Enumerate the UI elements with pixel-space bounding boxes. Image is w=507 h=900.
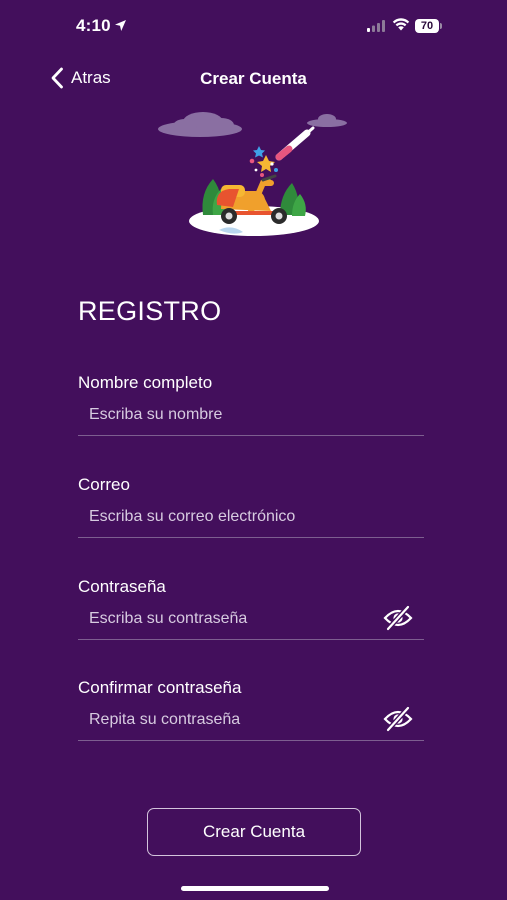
page-title: Crear Cuenta [200,69,307,88]
password-label: Contraseña [78,577,166,596]
scooter-illustration [158,112,347,236]
email-input[interactable] [78,497,424,537]
status-time: 4:10 [76,16,111,35]
create-account-button[interactable]: Crear Cuenta [147,808,361,856]
battery-icon: 70 [415,19,442,33]
battery-level: 70 [420,20,434,32]
field-divider [78,435,424,436]
status-bar: 4:10 70 [0,0,507,54]
wifi-icon [392,18,410,31]
location-arrow-icon [115,20,126,31]
eye-slash-icon[interactable] [383,604,413,632]
password-input[interactable] [78,599,424,639]
cloud-small-icon [307,114,347,127]
wand-icon [275,126,315,161]
cloud-icon [158,112,242,137]
full-name-input[interactable] [78,395,424,435]
confirm-password-input[interactable] [78,700,424,740]
confirm-password-field: Confirmar contraseña [78,678,424,750]
full-name-label: Nombre completo [78,373,213,392]
confirm-password-label: Confirmar contraseña [78,678,242,697]
email-label: Correo [78,475,130,494]
password-field: Contraseña [78,577,424,649]
field-divider [78,537,424,538]
email-field: Correo [78,475,424,547]
eye-slash-icon[interactable] [383,705,413,733]
form-title: REGISTRO [78,296,222,326]
home-indicator [181,886,329,891]
signal-icon [367,20,385,32]
field-divider [78,740,424,741]
field-divider [78,639,424,640]
full-name-field: Nombre completo [78,373,424,445]
navigation-bar: Atras Crear Cuenta [0,56,507,100]
battery-cap [440,23,442,29]
